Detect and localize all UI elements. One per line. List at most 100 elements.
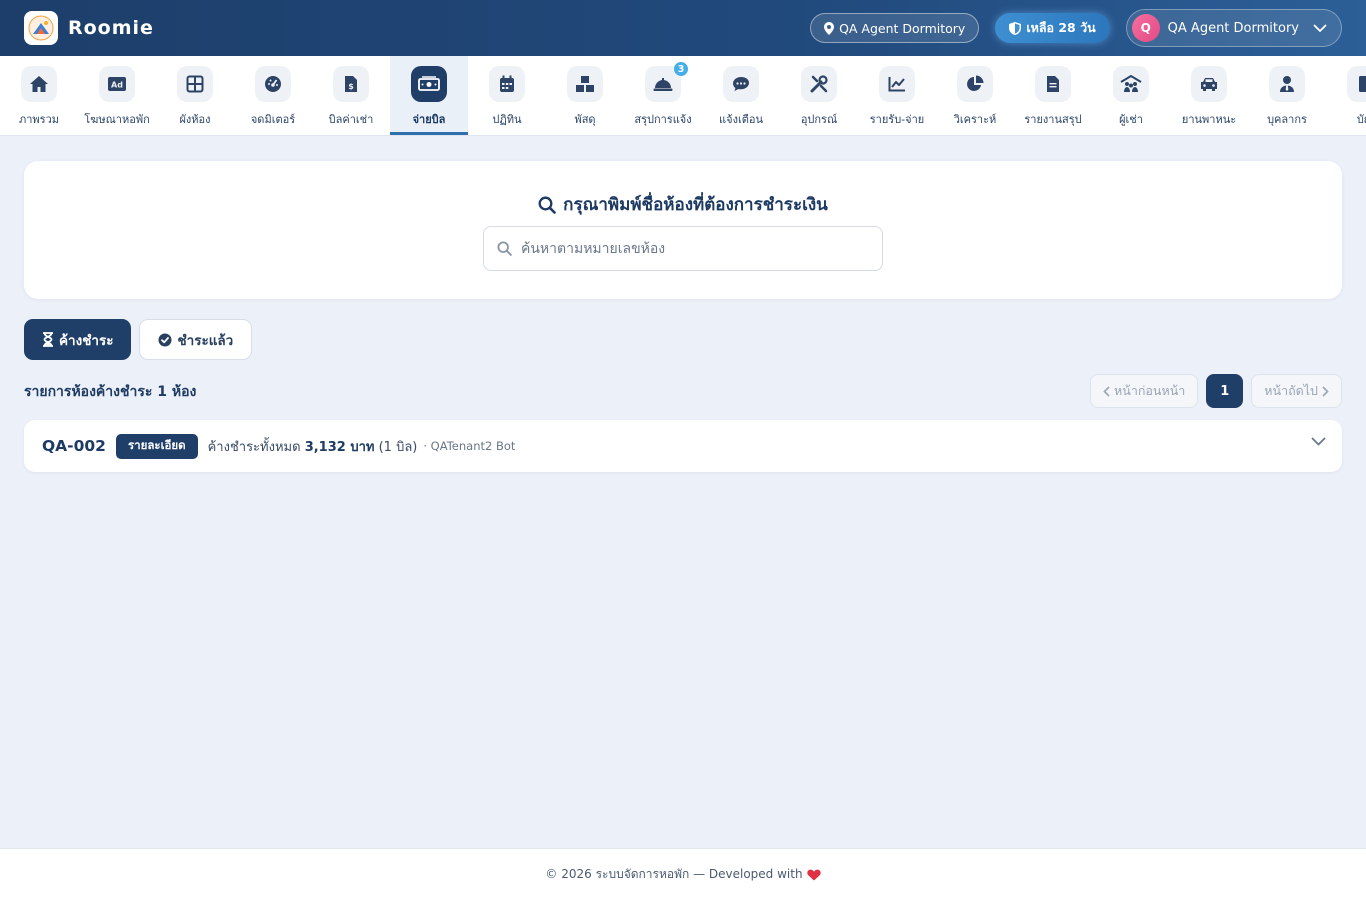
chart-line-icon: [888, 77, 905, 92]
boxes-icon: [576, 76, 594, 92]
nav-item-label: บุคลากร: [1267, 113, 1307, 126]
chevron-right-icon: [1322, 385, 1329, 397]
nav-item-label: พัสดุ: [574, 113, 596, 126]
footer: © 2026 ระบบจัดการหอพัก — Developed with: [0, 848, 1366, 900]
search-icon: [538, 196, 556, 214]
outstanding-label: ค้างชำระทั้งหมด: [207, 439, 301, 455]
outstanding-amount: 3,132 บาท: [304, 439, 375, 455]
user-menu[interactable]: Q QA Agent Dormitory: [1125, 9, 1342, 47]
nav-item-label: รายรับ-จ่าย: [869, 113, 925, 126]
nav-item-parcels[interactable]: พัสดุ: [546, 56, 624, 135]
gauge-icon: [265, 76, 281, 92]
nav-item-staff[interactable]: บุคลากร: [1248, 56, 1326, 135]
map-marker-icon: [824, 21, 835, 35]
subscription-days-badge[interactable]: เหลือ 28 วัน: [995, 13, 1110, 43]
comment-icon: [733, 77, 749, 91]
chevron-left-icon: [1103, 385, 1110, 397]
nav-item-vehicles[interactable]: ยานพาหนะ: [1170, 56, 1248, 135]
search-icon: [497, 241, 512, 256]
current-page-button[interactable]: 1: [1206, 374, 1244, 408]
nav-item-rent-bills[interactable]: $ บิลค่าเช่า: [312, 56, 390, 135]
tab-unpaid-label: ค้างชำระ: [59, 332, 114, 349]
room-search-input[interactable]: [521, 240, 861, 257]
nav-item-pay-bill[interactable]: จ่ายบิล: [390, 56, 468, 135]
money-icon: [418, 76, 440, 91]
main-nav: ภาพรวม Ad โฆษณาหอพัก ผังห้อง จดมิเตอร์ $…: [0, 56, 1366, 136]
calendar-icon: [500, 75, 514, 92]
nav-item-meter[interactable]: จดมิเตอร์: [234, 56, 312, 135]
grid-icon: [186, 75, 204, 93]
nav-item-equipment[interactable]: อุปกรณ์: [780, 56, 858, 135]
outstanding-summary: ค้างชำระทั้งหมด 3,132 บาท (1 บิล): [208, 436, 418, 457]
nav-item-label: ยานพาหนะ: [1181, 113, 1237, 126]
room-search-field[interactable]: [483, 226, 883, 271]
nav-item-label: สรุปการแจ้ง: [634, 113, 692, 126]
svg-text:$: $: [348, 82, 354, 91]
notification-count-badge: 3: [673, 61, 689, 77]
unpaid-rooms-count: รายการห้องค้างชำระ 1 ห้อง: [24, 384, 197, 400]
nav-item-label: ผังห้อง: [179, 113, 211, 126]
next-page-label: หน้าถัดไป: [1264, 383, 1318, 398]
chevron-down-icon[interactable]: [1311, 437, 1326, 447]
nav-item-analytics[interactable]: วิเคราะห์: [936, 56, 1014, 135]
nav-item-label: จดมิเตอร์: [250, 113, 296, 126]
nav-item-notification-summary[interactable]: 3 สรุปการแจ้ง: [624, 56, 702, 135]
file-icon: [1047, 76, 1059, 92]
nav-item-label: จ่ายบิล: [412, 113, 446, 126]
tab-paid-label: ชำระแล้ว: [177, 332, 234, 349]
nav-item-summary-report[interactable]: รายงานสรุป: [1014, 56, 1092, 135]
room-details-button[interactable]: รายละเอียด: [115, 433, 198, 459]
car-icon: [1201, 78, 1217, 91]
hourglass-icon: [43, 332, 53, 347]
top-bar: Roomie QA Agent Dormitory เหลือ 28 วัน Q…: [0, 0, 1366, 56]
tab-unpaid[interactable]: ค้างชำระ: [24, 319, 132, 360]
nav-item-overview[interactable]: ภาพรวม: [0, 56, 78, 135]
nav-item-label: บิลค่าเช่า: [328, 113, 374, 126]
nav-item-calendar[interactable]: ปฏิทิน: [468, 56, 546, 135]
nav-item-label: ปฏิทิน: [492, 113, 522, 126]
search-title-text: กรุณาพิมพ์ชื่อห้องที่ต้องการชำระเงิน: [563, 195, 828, 215]
nav-item-ads[interactable]: Ad โฆษณาหอพัก: [78, 56, 156, 135]
prev-page-label: หน้าก่อนหน้า: [1114, 383, 1186, 398]
tab-paid[interactable]: ชำระแล้ว: [139, 319, 253, 360]
roomie-logo[interactable]: [24, 11, 58, 45]
nav-item-tenants[interactable]: ผู้เช่า: [1092, 56, 1170, 135]
pie-chart-icon: [967, 75, 984, 91]
user-tie-icon: [1280, 76, 1294, 92]
pagination: หน้าก่อนหน้า 1 หน้าถัดไป: [1090, 374, 1342, 408]
nav-item-label: ภาพรวม: [18, 113, 59, 126]
dormitory-location-label: QA Agent Dormitory: [839, 20, 966, 36]
dormitory-location-pill[interactable]: QA Agent Dormitory: [810, 13, 980, 43]
bell-icon: [653, 78, 673, 91]
nav-item-label: แจ้งเตือน: [719, 113, 763, 126]
check-circle-icon: [158, 333, 172, 346]
invoice-icon: $: [345, 76, 357, 92]
nav-item-income-expense[interactable]: รายรับ-จ่าย: [858, 56, 936, 135]
nav-item-accounts[interactable]: บัญ: [1326, 56, 1366, 135]
user-name: QA Agent Dormitory: [1167, 20, 1299, 36]
nav-item-room-layout[interactable]: ผังห้อง: [156, 56, 234, 135]
footer-text: © 2026 ระบบจัดการหอพัก — Developed with: [545, 867, 803, 881]
next-page-button[interactable]: หน้าถัดไป: [1251, 374, 1342, 408]
nav-item-alerts[interactable]: แจ้งเตือน: [702, 56, 780, 135]
days-left-label: เหลือ 28 วัน: [1026, 20, 1096, 35]
svg-text:Ad: Ad: [111, 81, 123, 90]
nav-item-label: บัญ: [1356, 113, 1366, 126]
nav-item-label: อุปกรณ์: [800, 113, 838, 126]
people-roof-icon: [1120, 75, 1142, 92]
list-item[interactable]: QA-002 รายละเอียด ค้างชำระทั้งหมด 3,132 …: [24, 420, 1342, 472]
nav-item-label: วิเคราะห์: [953, 113, 997, 126]
nav-item-label: ผู้เช่า: [1119, 113, 1143, 126]
prev-page-button[interactable]: หน้าก่อนหน้า: [1090, 374, 1199, 408]
ad-icon: Ad: [108, 77, 126, 91]
nav-item-label: รายงานสรุป: [1024, 113, 1082, 126]
heart-icon: [806, 869, 821, 880]
tools-icon: [810, 75, 828, 93]
tenant-name: · QATenant2 Bot: [423, 439, 516, 453]
avatar: Q: [1131, 14, 1160, 42]
room-search-card: กรุณาพิมพ์ชื่อห้องที่ต้องการชำระเงิน: [24, 161, 1342, 299]
home-icon: [30, 76, 48, 92]
bill-count: (1 บิล): [378, 439, 418, 455]
shield-icon: [1009, 21, 1022, 35]
room-number: QA-002: [42, 437, 106, 455]
